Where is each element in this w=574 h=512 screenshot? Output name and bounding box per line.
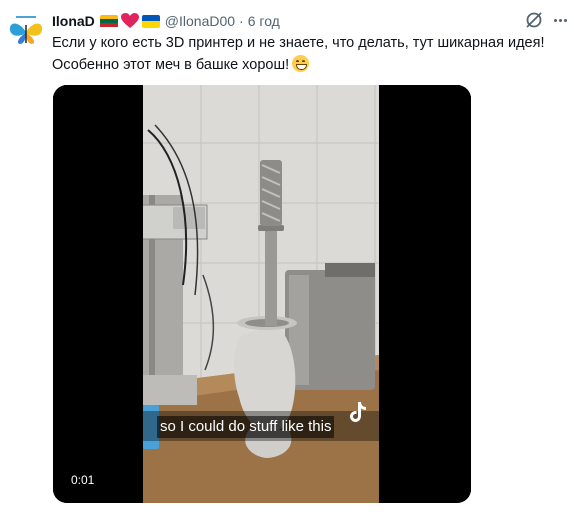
tweet-text-line-2-text: Особенно этот меч в башке хорош! (52, 57, 290, 73)
tiktok-logo-icon (350, 402, 366, 422)
post-time[interactable]: 6 год (248, 13, 280, 29)
tweet-text-line-1: Если у кого есть 3D принтер и не знаете,… (52, 35, 545, 51)
separator-dot: · (239, 13, 244, 29)
video-timestamp: 0:01 (71, 473, 95, 487)
grok-icon (526, 12, 542, 28)
avatar[interactable] (6, 10, 46, 50)
author-handle[interactable]: @IlonaD00 (165, 13, 235, 29)
more-options-button[interactable] (550, 10, 570, 30)
red-heart-icon (120, 13, 139, 28)
ukraine-flag-icon (141, 14, 160, 28)
more-dot-icon (553, 18, 557, 22)
name-emojis (99, 13, 160, 29)
butterfly-avatar-icon (6, 10, 46, 50)
video-frame (53, 85, 471, 503)
tweet-text: Если у кого есть 3D принтер и не знаете,… (52, 32, 562, 76)
author-name[interactable]: IlonaD (52, 13, 95, 29)
grinning-face-icon (292, 55, 310, 72)
tiktok-watermark (349, 401, 381, 427)
grok-button[interactable] (524, 10, 544, 30)
video-caption: so I could do stuff like this (157, 416, 335, 438)
more-dot-icon (563, 18, 567, 22)
lithuania-flag-icon (99, 14, 118, 28)
tweet[interactable]: IlonaD @IlonaD00 · 6 год Если у кого ест… (0, 0, 574, 512)
tweet-text-line-2: Особенно этот меч в башке хорош! (52, 54, 562, 76)
video-player[interactable]: so I could do stuff like this 0:01 (53, 85, 471, 503)
tweet-header: IlonaD @IlonaD00 · 6 год (52, 11, 280, 31)
more-dot-icon (558, 18, 562, 22)
